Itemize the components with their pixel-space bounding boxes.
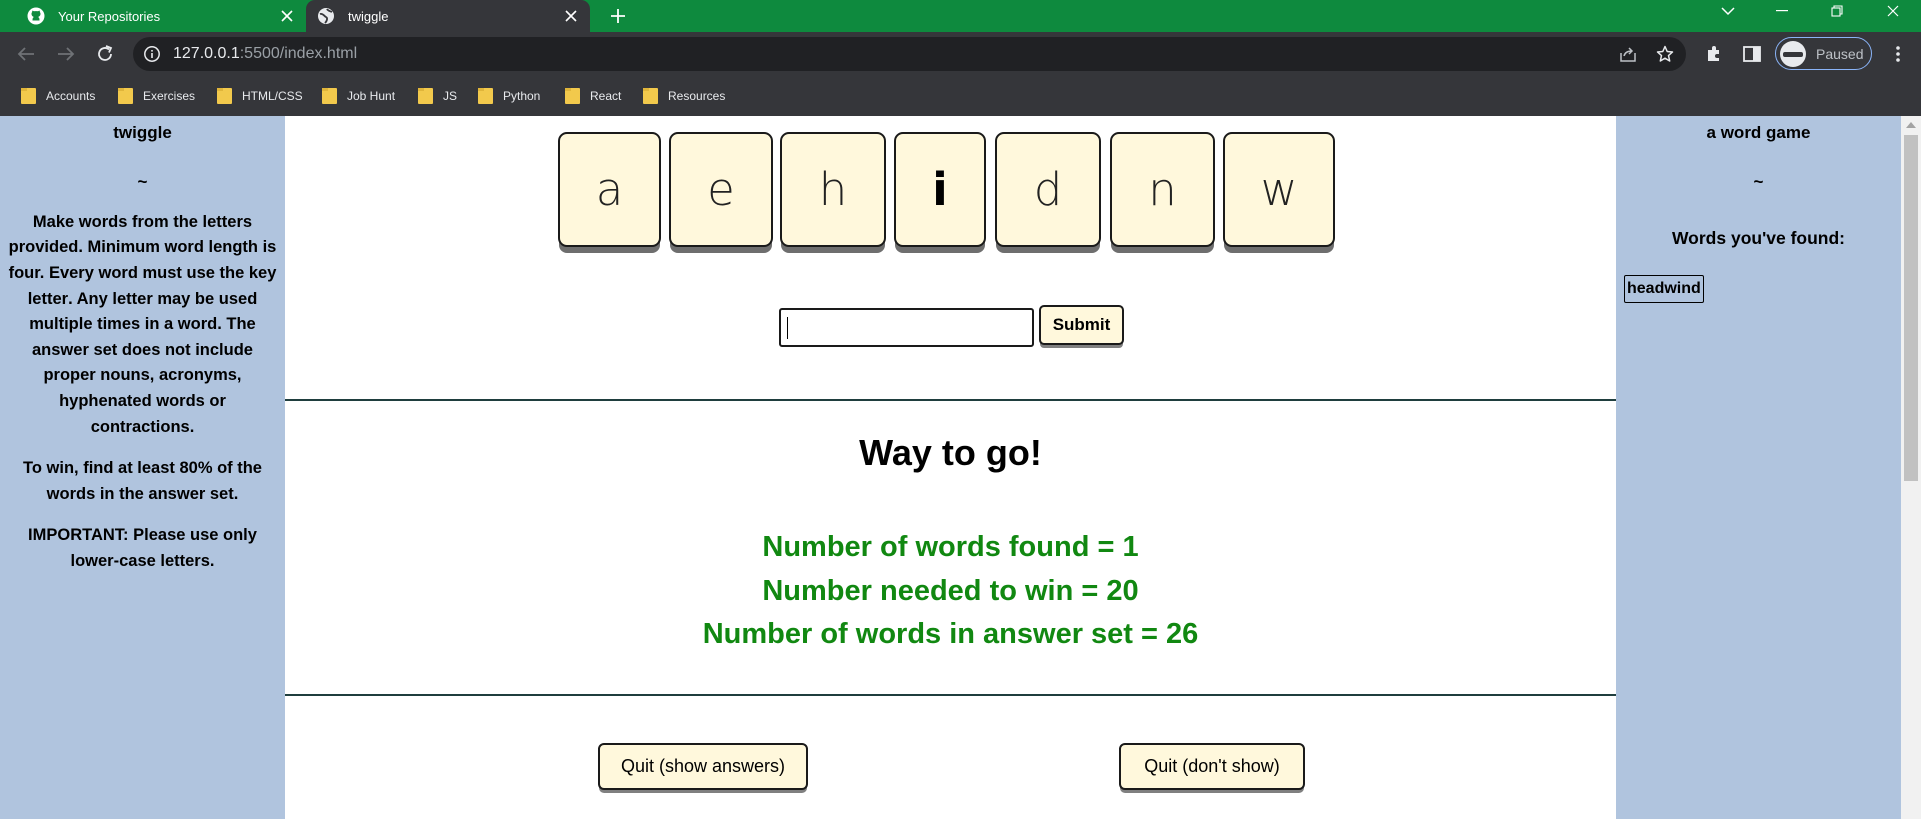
submit-button[interactable]: Submit [1039, 305, 1124, 345]
minimize-icon[interactable] [1759, 0, 1805, 22]
letter-tile[interactable]: a [558, 132, 661, 247]
bookmark-accounts[interactable]: Accounts [21, 85, 95, 107]
folder-icon [21, 88, 36, 104]
bookmark-exercises[interactable]: Exercises [118, 85, 195, 107]
found-words-heading: Words you've found: [1671, 227, 1845, 248]
app-title: twiggle [113, 123, 172, 142]
bookmarks-bar: Accounts Exercises HTML/CSS Job Hunt JS … [0, 76, 1921, 116]
letter-tiles: a e h i d n w [285, 132, 1616, 260]
restore-icon[interactable] [1814, 0, 1860, 22]
close-window-icon[interactable] [1870, 0, 1916, 22]
win-rule-text: To win, find at least 80% of the words i… [23, 459, 262, 503]
divider-tilde: ~ [137, 171, 148, 191]
result-message: Way to go! [859, 432, 1042, 473]
url-path: :5500/index.html [239, 45, 358, 62]
letter-tile[interactable]: n [1110, 132, 1215, 247]
back-arrow-icon[interactable] [12, 40, 40, 68]
new-tab-button[interactable] [604, 2, 632, 30]
found-words-list: headwind [1616, 274, 1901, 303]
folder-icon [217, 88, 232, 104]
browser-toolbar: 127.0.0.1:5500/index.html Paused [0, 32, 1921, 76]
close-icon[interactable] [560, 5, 582, 27]
url-host: 127.0.0.1 [173, 45, 240, 62]
scrollbar-thumb[interactable] [1904, 135, 1918, 481]
bookmark-js[interactable]: JS [418, 85, 457, 107]
bookmark-label: Accounts [46, 89, 96, 103]
forward-arrow-icon[interactable] [52, 40, 80, 68]
bookmark-label: React [590, 89, 622, 103]
tab-twiggle[interactable]: twiggle [306, 0, 590, 32]
tab-search-icon[interactable] [1705, 0, 1751, 22]
bookmark-job-hunt[interactable]: Job Hunt [322, 85, 395, 107]
profile-status: Paused [1816, 45, 1864, 62]
folder-icon [478, 88, 493, 104]
rules-text-part: Make words from the letters provided. Mi… [8, 212, 277, 282]
letter-tile[interactable]: d [995, 132, 1101, 247]
rules-text: Make words from the letters provided. Mi… [6, 210, 279, 440]
stat-needed-to-win: Number needed to win = 20 [762, 575, 1139, 607]
share-icon[interactable] [1618, 44, 1638, 64]
tab-your-repositories[interactable]: Your Repositories [0, 0, 306, 32]
folder-icon [322, 88, 337, 104]
instructions-panel: twiggle ~ Make words from the letters pr… [0, 116, 285, 819]
bookmark-label: Python [503, 89, 541, 103]
extensions-icon[interactable] [1704, 44, 1724, 64]
key-letter-tile[interactable]: i [894, 132, 986, 247]
rules-text-part: . Any letter may be used multiple times … [29, 289, 258, 436]
bookmark-react[interactable]: React [565, 85, 621, 107]
close-icon[interactable] [276, 5, 298, 27]
tab-title: twiggle [348, 8, 389, 24]
bookmark-label: Exercises [143, 89, 196, 103]
address-bar[interactable]: 127.0.0.1:5500/index.html [133, 37, 1686, 71]
page-viewport: twiggle ~ Make words from the letters pr… [0, 116, 1921, 819]
vertical-scrollbar[interactable] [1901, 116, 1921, 819]
letter-tile[interactable]: h [780, 132, 886, 247]
important-note: IMPORTANT: Please use only lower-case le… [6, 523, 279, 574]
stat-words-found: Number of words found = 1 [762, 531, 1139, 563]
letter-tile[interactable]: e [669, 132, 773, 247]
word-input[interactable] [779, 308, 1034, 347]
bookmark-label: Job Hunt [347, 89, 396, 103]
text-caret [787, 317, 788, 339]
reload-icon[interactable] [91, 40, 119, 68]
url-text: 127.0.0.1:5500/index.html [173, 45, 357, 63]
star-icon[interactable] [1655, 44, 1675, 64]
bookmark-python[interactable]: Python [478, 85, 540, 107]
found-word: headwind [1624, 274, 1704, 303]
bookmark-label: HTML/CSS [242, 89, 303, 103]
bookmark-html-css[interactable]: HTML/CSS [217, 85, 303, 107]
folder-icon [643, 88, 658, 104]
github-icon [26, 6, 46, 26]
section-divider [285, 399, 1616, 401]
bookmark-resources[interactable]: Resources [643, 85, 725, 107]
bookmark-label: Resources [668, 89, 726, 103]
folder-icon [565, 88, 580, 104]
quit-dont-show-button[interactable]: Quit (don't show) [1119, 743, 1305, 790]
avatar [1780, 40, 1806, 67]
section-divider [285, 694, 1616, 696]
profile-button[interactable]: Paused [1775, 37, 1872, 70]
tagline: a word game [1706, 123, 1811, 142]
found-words-panel: a word game ~ Words you've found: headwi… [1616, 116, 1901, 819]
tab-strip: Your Repositories twiggle [0, 0, 1921, 32]
game-area: a e h i d n w Submit Way to go! Number o… [285, 116, 1616, 819]
bookmark-label: JS [443, 89, 458, 103]
letter-tile[interactable]: w [1223, 132, 1335, 247]
important-label: IMPORTANT: [28, 526, 129, 545]
side-panel-icon[interactable] [1742, 44, 1762, 64]
folder-icon [418, 88, 433, 104]
tab-title: Your Repositories [58, 8, 161, 24]
scroll-up-arrow-icon[interactable] [1901, 116, 1921, 133]
divider-tilde: ~ [1753, 171, 1764, 191]
globe-icon [316, 6, 336, 26]
folder-icon [118, 88, 133, 104]
quit-show-answers-button[interactable]: Quit (show answers) [598, 743, 808, 790]
menu-dots-icon[interactable] [1888, 44, 1908, 64]
stat-answer-set-size: Number of words in answer set = 26 [702, 618, 1199, 650]
info-icon[interactable] [143, 45, 161, 63]
